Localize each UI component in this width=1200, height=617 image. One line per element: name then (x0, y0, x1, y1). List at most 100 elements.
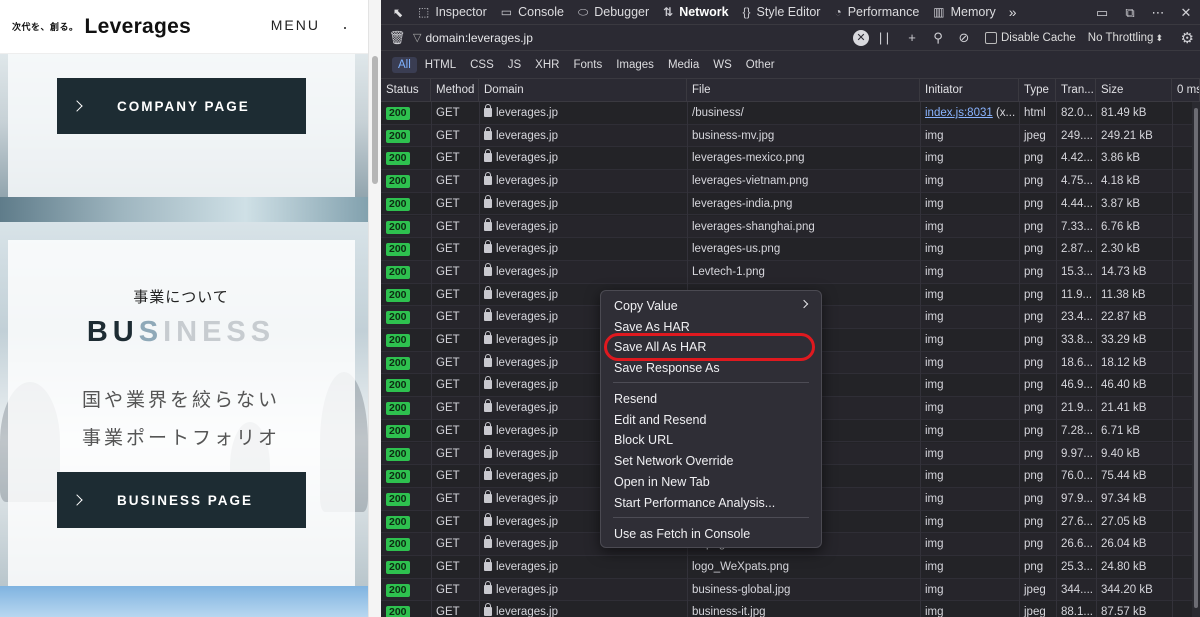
close-icon[interactable]: ✕ (1172, 5, 1200, 21)
status-badge: 200 (386, 492, 410, 506)
table-row[interactable]: 200 GET leverages.jp logo_WeXpats.png img png… (381, 556, 1193, 579)
lock-icon (484, 240, 492, 254)
menu-button[interactable]: MENU (271, 17, 320, 33)
column-header-status[interactable]: Status (381, 79, 431, 102)
table-row[interactable]: 200 GET leverages.jp leverages-us.png img png… (381, 238, 1193, 261)
menu-item-save-as-har[interactable]: Save As HAR (601, 317, 821, 337)
table-row[interactable]: 200 GET leverages.jp Levtech-1.png img png 15.… (381, 260, 1193, 284)
block-icon[interactable]: ⊘ (951, 30, 977, 46)
transferred-cell: 18.6... (1061, 356, 1093, 369)
checkbox-box[interactable] (985, 31, 997, 44)
menu-item-block-url[interactable]: Block URL (601, 430, 821, 450)
method-cell: GET (436, 311, 460, 324)
type-cell: png (1024, 197, 1044, 210)
type-filter-other[interactable]: Other (740, 57, 781, 73)
table-row[interactable]: 200 GET leverages.jp business-mv.jpg img jpeg… (381, 124, 1193, 148)
trash-icon[interactable]: 🗑 (381, 30, 413, 46)
menu-item-open-in-new-tab[interactable]: Open in New Tab (601, 472, 821, 492)
column-divider (479, 102, 480, 617)
memory-icon: ▥ (933, 5, 945, 19)
status-cell: 200 (381, 284, 431, 306)
pause-icon[interactable]: | | (869, 30, 899, 45)
type-filter-images[interactable]: Images (610, 57, 660, 73)
page-scrollbar[interactable] (368, 0, 381, 617)
status-cell: 200 (381, 465, 431, 487)
search-icon[interactable]: ⚲ (925, 30, 951, 46)
type-filter-ws[interactable]: WS (707, 57, 738, 73)
tab-performance[interactable]: ◔ Performance (827, 0, 926, 25)
size-cell: 97.34 kB (1101, 492, 1147, 505)
table-row[interactable]: 200 GET leverages.jp leverages-mexico.png im… (381, 147, 1193, 171)
menu-item-save-response-as[interactable]: Save Response As (601, 358, 821, 378)
transferred-cell: 4.75... (1061, 175, 1093, 188)
type-filter-media[interactable]: Media (662, 57, 705, 73)
table-scrollbar[interactable] (1192, 102, 1200, 617)
options-menu-icon[interactable]: ⋯ (1144, 5, 1172, 21)
initiator-link[interactable]: index.js:8031 (925, 107, 993, 119)
menu-item-use-as-fetch[interactable]: Use as Fetch in Console (601, 524, 821, 544)
status-cell: 200 (381, 329, 431, 351)
initiator-cell: img (925, 220, 944, 233)
site-logo[interactable]: Leverages (85, 15, 192, 39)
method-cell: GET (436, 265, 460, 278)
domain-cell: leverages.jp (479, 102, 687, 124)
gear-icon[interactable]: ⚙ (1181, 29, 1194, 47)
add-request-icon[interactable]: + (899, 30, 925, 45)
type-filter-all[interactable]: All (392, 56, 417, 73)
element-picker-icon[interactable]: ⬉ (385, 0, 411, 25)
clear-filter-icon[interactable]: ✕ (853, 29, 869, 46)
column-divider (1056, 102, 1057, 617)
tab-style-editor[interactable]: {} Style Editor (736, 0, 828, 25)
menu-item-edit-and-resend[interactable]: Edit and Resend (601, 410, 821, 430)
column-header-waterfall[interactable]: 0 ms (1172, 79, 1200, 102)
table-row[interactable]: 200 GET leverages.jp business-it.jpg img jpeg… (381, 601, 1193, 617)
column-header-method[interactable]: Method (431, 79, 479, 102)
status-cell: 200 (381, 125, 431, 147)
domain-text: leverages.jp (496, 356, 559, 369)
type-filter-html[interactable]: HTML (419, 57, 462, 73)
page-scroll-thumb[interactable] (372, 56, 378, 184)
table-row[interactable]: 200 GET leverages.jp leverages-india.png img… (381, 193, 1193, 216)
tab-debugger[interactable]: ⬭ Debugger (571, 0, 656, 25)
chevron-right-icon (799, 299, 809, 309)
company-page-button[interactable]: COMPANY PAGE (57, 78, 306, 134)
column-header-transferred[interactable]: Tran... (1056, 79, 1096, 102)
table-row[interactable]: 200 GET leverages.jp business-global.jpg img… (381, 578, 1193, 602)
tab-console[interactable]: ▭ Console (494, 0, 571, 25)
column-header-file[interactable]: File (687, 79, 920, 102)
column-header-initiator[interactable]: Initiator (920, 79, 1019, 102)
size-cell: 344.20 kB (1101, 583, 1153, 596)
column-header-size[interactable]: Size (1096, 79, 1172, 102)
menu-item-start-performance-analysis[interactable]: Start Performance Analysis... (601, 493, 821, 513)
type-filter-js[interactable]: JS (502, 57, 527, 73)
disable-cache-checkbox[interactable]: Disable Cache (985, 31, 1076, 44)
responsive-mode-icon[interactable]: ▭ (1088, 5, 1116, 21)
type-filter-css[interactable]: CSS (464, 57, 500, 73)
tab-inspector[interactable]: ⬚ Inspector (411, 0, 494, 25)
column-header-domain[interactable]: Domain (479, 79, 687, 102)
table-row[interactable]: 200 GET leverages.jp/business/index.js:803… (381, 102, 1193, 125)
menu-item-resend[interactable]: Resend (601, 389, 821, 409)
menu-item-save-all-as-har[interactable]: Save All As HAR (601, 337, 821, 357)
business-page-button[interactable]: BUSINESS PAGE (57, 472, 306, 528)
type-filter-xhr[interactable]: XHR (529, 57, 565, 73)
type-cell: png (1024, 311, 1044, 324)
tab-memory[interactable]: ▥ Memory (926, 0, 1003, 25)
devtools-window-controls: ▭ ⧉ ⋯ ✕ (1088, 0, 1200, 25)
initiator-cell: index.js:8031 (x... (920, 102, 1019, 124)
type-filter-fonts[interactable]: Fonts (567, 57, 608, 73)
menu-item-set-network-override[interactable]: Set Network Override (601, 451, 821, 471)
more-tabs-icon[interactable]: » (1003, 0, 1023, 25)
table-scroll-thumb[interactable] (1194, 108, 1198, 608)
dock-icon[interactable]: ⧉ (1116, 5, 1144, 21)
domain-text: leverages.jp (496, 265, 559, 278)
column-header-type[interactable]: Type (1019, 79, 1056, 102)
menu-item-copy-value[interactable]: Copy Value (601, 296, 821, 316)
throttling-select[interactable]: No Throttling ⬍ (1088, 32, 1163, 44)
method-cell: GET (436, 175, 460, 188)
table-row[interactable]: 200 GET leverages.jp leverages-shanghai.png… (381, 215, 1193, 239)
filter-urls-input[interactable] (425, 30, 826, 45)
tab-network[interactable]: ⇅ Network (656, 0, 735, 25)
transferred-cell: 249.... (1061, 129, 1093, 142)
table-row[interactable]: 200 GET leverages.jp leverages-vietnam.png i… (381, 170, 1193, 193)
